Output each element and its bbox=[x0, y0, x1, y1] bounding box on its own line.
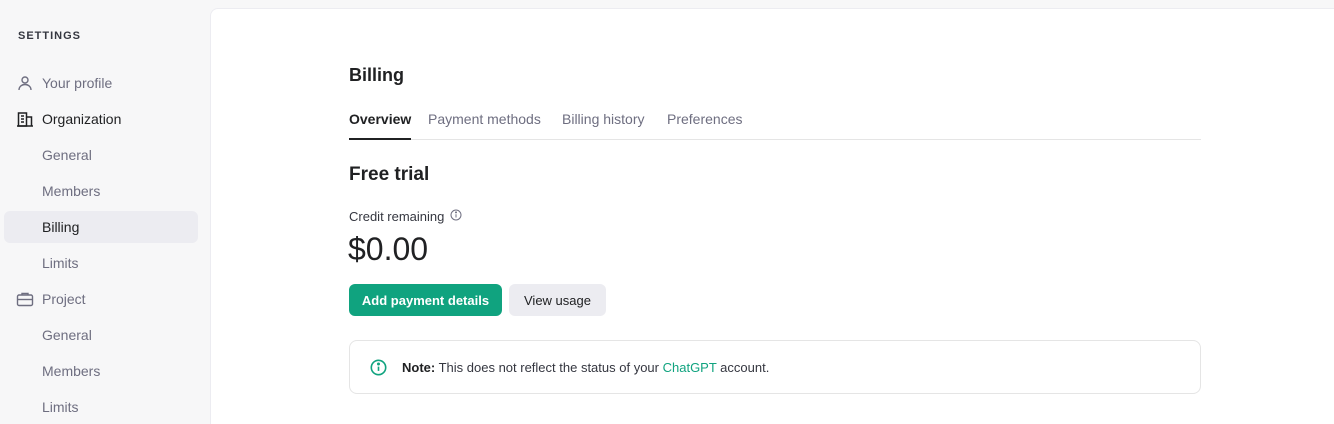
settings-sidebar: SETTINGS Your profile Organization Gener… bbox=[0, 0, 210, 424]
sidebar-item-label: Your profile bbox=[42, 75, 113, 91]
sidebar-item-organization[interactable]: Organization bbox=[4, 103, 198, 135]
note-text: Note: This does not reflect the status o… bbox=[402, 360, 769, 375]
sidebar-item-label: Members bbox=[42, 363, 101, 379]
sidebar-item-label: General bbox=[42, 327, 92, 343]
sidebar-item-your-profile[interactable]: Your profile bbox=[4, 67, 198, 99]
building-icon bbox=[16, 111, 34, 127]
credit-remaining-value: $0.00 bbox=[348, 231, 429, 267]
billing-panel: Billing Overview Payment methods Billing… bbox=[210, 8, 1334, 424]
chatgpt-link[interactable]: ChatGPT bbox=[663, 360, 717, 375]
plan-title: Free trial bbox=[349, 164, 430, 185]
info-icon[interactable] bbox=[450, 209, 462, 224]
sidebar-item-org-general[interactable]: General bbox=[4, 139, 198, 171]
tab-preferences[interactable]: Preferences bbox=[667, 111, 742, 140]
tab-overview[interactable]: Overview bbox=[349, 111, 412, 140]
sidebar-item-billing[interactable]: Billing bbox=[4, 211, 198, 243]
sidebar-item-org-members[interactable]: Members bbox=[4, 175, 198, 207]
sidebar-item-label: Members bbox=[42, 183, 101, 199]
info-circle-icon bbox=[370, 359, 387, 379]
sidebar-item-label: Limits bbox=[42, 399, 79, 415]
sidebar-item-label: Limits bbox=[42, 255, 79, 271]
add-payment-details-button[interactable]: Add payment details bbox=[349, 284, 502, 316]
sidebar-item-project-members[interactable]: Members bbox=[4, 355, 198, 387]
chatgpt-status-note: Note: This does not reflect the status o… bbox=[349, 340, 1201, 394]
sidebar-item-project-general[interactable]: General bbox=[4, 319, 198, 351]
tab-payment-methods[interactable]: Payment methods bbox=[428, 111, 541, 140]
sidebar-item-project-limits[interactable]: Limits bbox=[4, 391, 198, 423]
sidebar-item-label: Organization bbox=[42, 111, 122, 127]
credit-remaining-label: Credit remaining bbox=[349, 209, 462, 224]
sidebar-item-label: General bbox=[42, 147, 92, 163]
sidebar-item-label: Billing bbox=[42, 219, 80, 235]
briefcase-icon bbox=[16, 291, 34, 307]
person-icon bbox=[16, 75, 34, 91]
note-text-before: This does not reflect the status of your bbox=[435, 360, 663, 375]
credit-label-text: Credit remaining bbox=[349, 209, 445, 224]
sidebar-item-org-limits[interactable]: Limits bbox=[4, 247, 198, 279]
billing-tabs: Overview Payment methods Billing history… bbox=[349, 103, 1201, 140]
sidebar-item-label: Project bbox=[42, 291, 86, 307]
sidebar-item-project[interactable]: Project bbox=[4, 283, 198, 315]
page-title: Billing bbox=[349, 65, 404, 85]
sidebar-heading: SETTINGS bbox=[18, 30, 82, 42]
note-text-after: account. bbox=[716, 360, 770, 375]
note-prefix: Note: bbox=[402, 360, 436, 375]
view-usage-button[interactable]: View usage bbox=[509, 284, 606, 316]
app-window: SETTINGS Your profile Organization Gener… bbox=[0, 0, 1334, 424]
tab-billing-history[interactable]: Billing history bbox=[562, 111, 644, 140]
